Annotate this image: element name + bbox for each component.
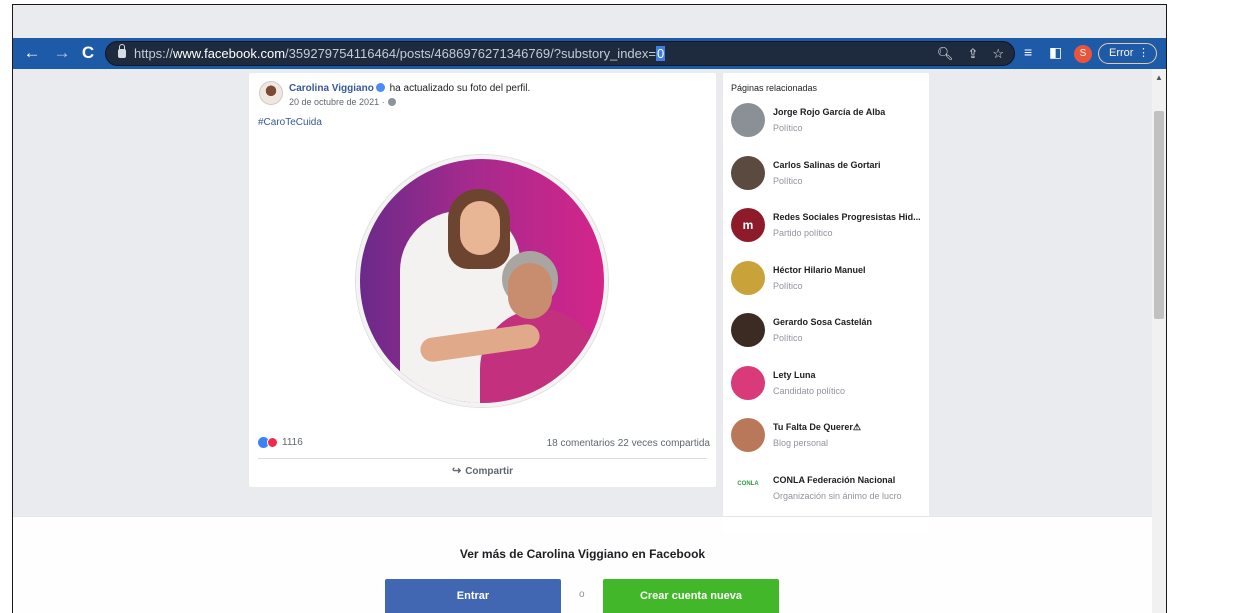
related-page-avatar[interactable]	[731, 260, 765, 295]
post-action: ha actualizado su foto del perfil.	[389, 83, 531, 94]
related-pages-title: Páginas relacionadas	[731, 83, 818, 93]
related-page-item[interactable]: Carlos Salinas de Gortari Político	[731, 155, 927, 200]
related-page-name[interactable]: Gerardo Sosa Castelán	[773, 317, 872, 327]
reload-icon[interactable]: C	[77, 42, 99, 64]
error-button[interactable]: Error ⋮	[1098, 43, 1157, 64]
share-page-icon[interactable]: ⇪	[967, 46, 978, 62]
post-card: Carolina Viggiano ha actualizado su foto…	[249, 73, 716, 487]
related-page-category: Candidato político	[773, 385, 846, 396]
related-page-item[interactable]: CONLA CONLA Federación Nacional Organizaci…	[731, 470, 927, 515]
related-page-avatar[interactable]: m	[731, 208, 765, 242]
related-page-item[interactable]: Lety Luna Candidato político	[731, 365, 927, 410]
related-page-avatar[interactable]	[731, 313, 765, 347]
related-page-category: Político	[773, 123, 803, 133]
scrollbar[interactable]: ▲	[1152, 69, 1166, 613]
reading-list-icon[interactable]: ≡	[1024, 44, 1032, 60]
related-page-avatar[interactable]: CONLA	[731, 470, 765, 505]
create-account-button[interactable]: Crear cuenta nueva	[603, 579, 779, 613]
scroll-up-arrow-icon[interactable]: ▲	[1155, 73, 1163, 82]
or-separator: o	[579, 589, 585, 600]
profile-avatar[interactable]: S	[1074, 45, 1092, 63]
browser-window: ← → C https://www.facebook.com/359279754…	[12, 4, 1167, 613]
share-button[interactable]: ↪ Compartir	[249, 464, 716, 477]
verified-badge-icon	[375, 83, 385, 92]
side-panel-icon[interactable]: ◧	[1049, 44, 1062, 61]
lock-icon[interactable]	[118, 44, 126, 58]
related-page-item[interactable]: m Redes Sociales Progresistas Hid... Parti…	[731, 208, 927, 252]
reaction-count: 1116	[282, 437, 303, 448]
page-logo-text: m	[742, 218, 754, 232]
related-page-item[interactable]: Héctor Hilario Manuel Político	[731, 260, 927, 305]
zoom-icon[interactable]: 🔍︎	[937, 46, 954, 62]
related-page-avatar[interactable]	[731, 103, 765, 137]
author-name[interactable]: Carolina Viggiano	[289, 83, 374, 94]
related-page-item[interactable]: Tu Falta De Querer⚠ Blog personal	[731, 418, 927, 462]
browser-toolbar: ← → C https://www.facebook.com/359279754…	[13, 38, 1166, 69]
login-button[interactable]: Entrar	[385, 579, 561, 613]
related-page-category: Político	[773, 175, 803, 186]
bookmark-star-icon[interactable]: ☆	[992, 46, 1004, 62]
related-page-avatar[interactable]	[731, 418, 765, 452]
related-page-category: Político	[773, 280, 803, 291]
related-page-name[interactable]: Carlos Salinas de Gortari	[773, 160, 881, 170]
related-page-avatar[interactable]	[731, 365, 765, 400]
love-reaction-icon	[267, 437, 278, 448]
related-page-category: Político	[773, 333, 803, 343]
related-page-category: Organización sin ánimo de lucro	[773, 490, 902, 501]
related-page-name[interactable]: Héctor Hilario Manuel	[773, 265, 866, 275]
reactions-summary[interactable]: 1116	[258, 437, 303, 448]
hashtag-link[interactable]: #CaroTeCuida	[258, 117, 322, 128]
globe-icon	[387, 98, 396, 106]
forward-arrow-icon[interactable]: →	[51, 42, 73, 64]
share-arrow-icon: ↪	[451, 465, 462, 477]
address-bar[interactable]: https://www.facebook.com/359279754116464…	[105, 41, 1015, 66]
related-page-name[interactable]: Lety Luna	[773, 370, 816, 380]
related-page-name[interactable]: Tu Falta De Querer⚠	[773, 422, 861, 433]
related-page-avatar[interactable]	[731, 155, 765, 190]
author-avatar[interactable]	[259, 81, 283, 105]
url-text[interactable]: https://www.facebook.com/359279754116464…	[134, 46, 666, 61]
more-menu-icon[interactable]: ⋮	[1138, 44, 1149, 63]
login-overlay: Ver más de Carolina Viggiano en Facebook…	[13, 516, 1152, 613]
related-page-item[interactable]: Gerardo Sosa Castelán Político	[731, 313, 927, 357]
shares-count[interactable]: 22 veces compartida	[618, 438, 710, 449]
overlay-text: Ver más de Carolina Viggiano en Facebook	[459, 547, 706, 561]
post-date[interactable]: 20 de octubre de 2021 ·	[289, 97, 396, 107]
post-stats: 18 comentarios 22 veces compartida	[547, 438, 710, 449]
related-page-name[interactable]: CONLA Federación Nacional	[773, 475, 895, 485]
comments-count[interactable]: 18 comentarios	[547, 438, 615, 449]
profile-photo[interactable]	[356, 155, 608, 407]
related-page-name[interactable]: Redes Sociales Progresistas Hid...	[773, 212, 921, 222]
related-page-category: Blog personal	[773, 438, 829, 448]
back-arrow-icon[interactable]: ←	[21, 42, 43, 64]
divider	[258, 458, 707, 459]
page-viewport: Carolina Viggiano ha actualizado su foto…	[13, 69, 1152, 613]
page-logo-text: CONLA	[737, 480, 759, 487]
related-pages-panel: Páginas relacionadas Jorge Rojo García d…	[723, 73, 929, 533]
related-page-category: Partido político	[773, 228, 833, 238]
related-page-item[interactable]: Jorge Rojo García de Alba Político	[731, 103, 927, 147]
related-page-name[interactable]: Jorge Rojo García de Alba	[773, 107, 885, 117]
post-header: Carolina Viggiano ha actualizado su foto…	[289, 83, 530, 94]
scroll-thumb[interactable]	[1154, 111, 1164, 319]
